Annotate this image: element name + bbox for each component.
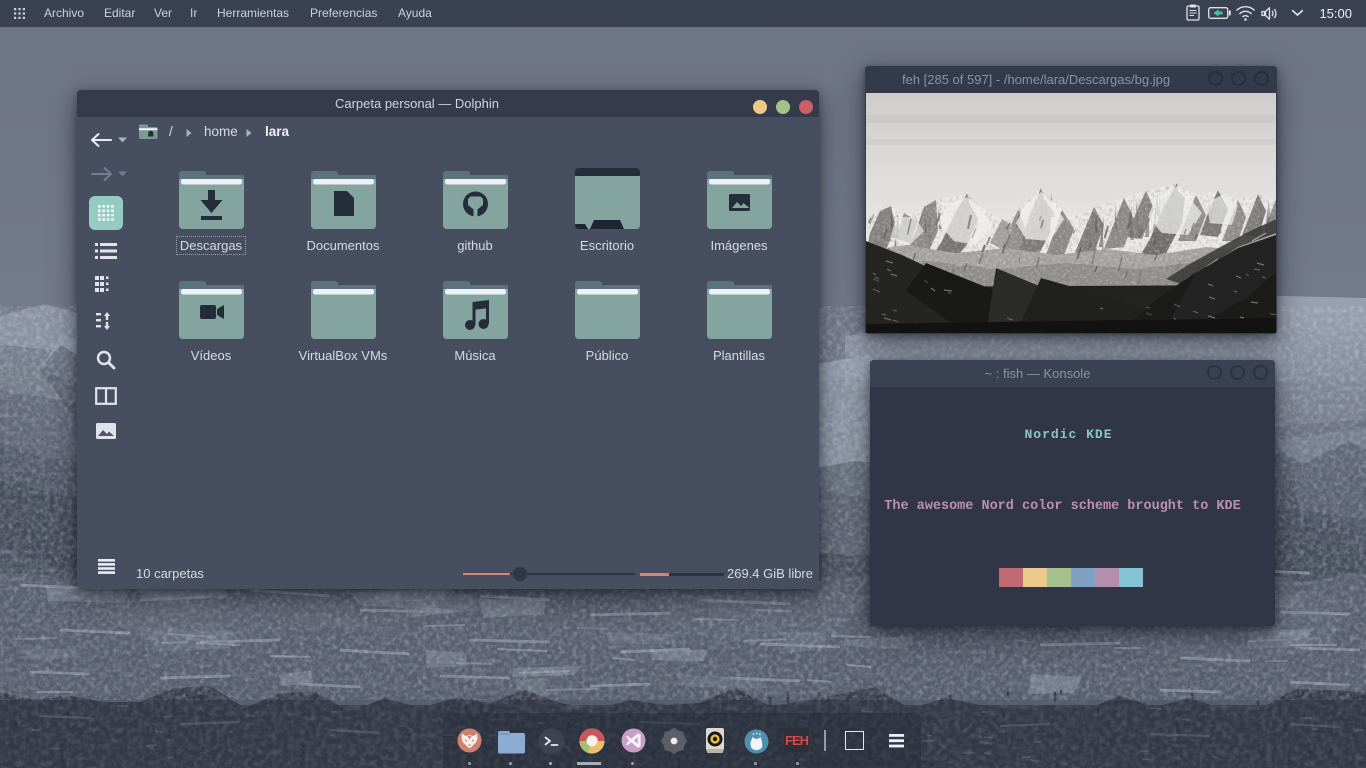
svg-text:FEH: FEH: [785, 733, 809, 748]
